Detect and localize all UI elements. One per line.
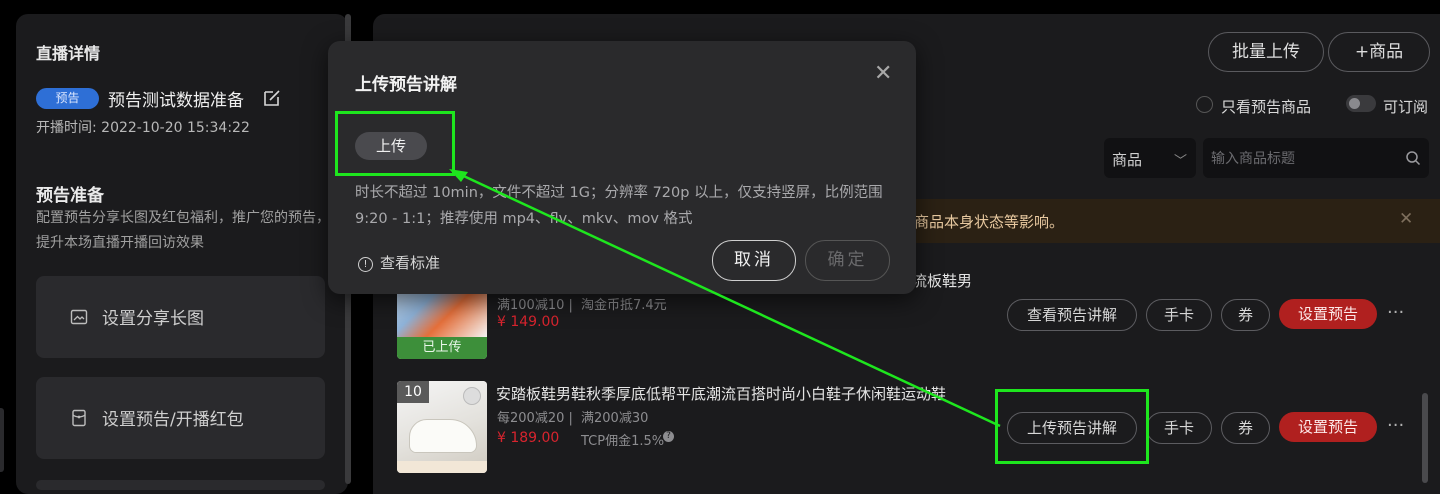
image-icon — [70, 308, 88, 326]
view-standard-link[interactable]: ! 查看标准 — [358, 252, 440, 273]
start-time: 开播时间: 2022-10-20 15:34:22 — [36, 120, 250, 136]
uploaded-badge: 已上传 — [397, 337, 487, 359]
status-badge: 预告 — [36, 88, 99, 109]
subscribable-label: 可订阅 — [1383, 98, 1429, 116]
product-title: 安踏板鞋男鞋秋季厚底低帮平底潮流百搭时尚小白鞋子休闲鞋运动鞋 — [496, 385, 947, 403]
set-preview-button[interactable]: 设置预告 — [1279, 412, 1377, 442]
product-price: ¥ 189.00 — [497, 430, 560, 446]
more-icon[interactable]: ··· — [1387, 415, 1404, 436]
notice-text: 商品本身状态等影响。 — [914, 213, 1065, 231]
select-circle[interactable] — [463, 387, 481, 405]
product-promo-2: 淘金币抵7.4元 — [581, 298, 667, 313]
card-label: 设置预告/开播红包 — [102, 410, 244, 430]
cancel-button[interactable]: 取消 — [712, 240, 796, 281]
modal-title: 上传预告讲解 — [355, 75, 457, 95]
commission-text: TCP佣金1.5% — [581, 434, 665, 449]
product-promo-2: 满200减30 — [581, 411, 649, 426]
set-redpacket-card[interactable]: 设置预告/开播红包 — [36, 377, 325, 459]
view-standard-label: 查看标准 — [380, 254, 441, 272]
view-preview-explain-button[interactable]: 查看预告讲解 — [1007, 299, 1137, 331]
batch-upload-button[interactable]: 批量上传 — [1208, 32, 1324, 72]
search-input[interactable] — [1209, 146, 1398, 172]
edit-icon[interactable] — [262, 88, 282, 108]
subscribable-toggle[interactable] — [1346, 95, 1376, 112]
info-icon: ! — [358, 257, 373, 272]
only-preview-label: 只看预告商品 — [1221, 98, 1312, 116]
product-index: 10 — [397, 381, 429, 403]
live-title: 预告测试数据准备 — [108, 91, 244, 111]
left-edge-tab[interactable] — [0, 408, 4, 472]
right-scrollbar[interactable] — [1422, 393, 1428, 483]
section-description: 配置预告分享长图及红包福利，推广您的预告，提升本场直播开播回访效果 — [36, 210, 330, 251]
section-title: 预告准备 — [36, 186, 104, 206]
search-icon[interactable] — [1405, 150, 1421, 166]
hand-card-button[interactable]: 手卡 — [1146, 299, 1212, 331]
next-card[interactable] — [36, 480, 325, 490]
close-icon[interactable]: ✕ — [874, 61, 892, 86]
highlight-box — [335, 111, 455, 176]
card-label: 设置分享长图 — [102, 309, 204, 329]
select-value: 商品 — [1112, 151, 1143, 169]
product-title: 流板鞋男 — [912, 272, 973, 290]
confirm-button[interactable]: 确定 — [805, 240, 890, 281]
product-promo: 满100减10 | — [497, 298, 573, 313]
coupon-button[interactable]: 券 — [1221, 299, 1270, 331]
upload-requirements: 时长不超过 10min，文件不超过 1G；分辨率 720p 以上，仅支持竖屏，比… — [355, 185, 883, 227]
chevron-down-icon: ﹀ — [1174, 154, 1188, 169]
close-icon[interactable]: ✕ — [1399, 209, 1413, 229]
product-thumbnail[interactable]: 10 — [397, 381, 487, 473]
only-preview-radio[interactable] — [1196, 96, 1213, 113]
add-product-button[interactable]: +商品 — [1328, 32, 1430, 72]
set-preview-button[interactable]: 设置预告 — [1279, 299, 1377, 329]
product-price: ¥ 149.00 — [497, 314, 560, 330]
help-icon[interactable]: ? — [663, 431, 674, 442]
toggle-knob — [1349, 98, 1360, 109]
redpacket-icon — [70, 409, 88, 427]
highlight-box — [995, 389, 1149, 464]
panel-title: 直播详情 — [36, 44, 101, 63]
product-promo: 每200减20 | — [497, 411, 573, 426]
set-share-image-card[interactable]: 设置分享长图 — [36, 276, 325, 358]
search-type-select[interactable]: 商品 ﹀ — [1104, 138, 1196, 178]
shoe-image — [409, 419, 477, 453]
more-icon[interactable]: ··· — [1387, 302, 1404, 323]
coupon-button[interactable]: 券 — [1221, 412, 1270, 444]
hand-card-button[interactable]: 手卡 — [1146, 412, 1212, 444]
search-field[interactable] — [1203, 138, 1429, 178]
price-strip — [397, 461, 487, 473]
